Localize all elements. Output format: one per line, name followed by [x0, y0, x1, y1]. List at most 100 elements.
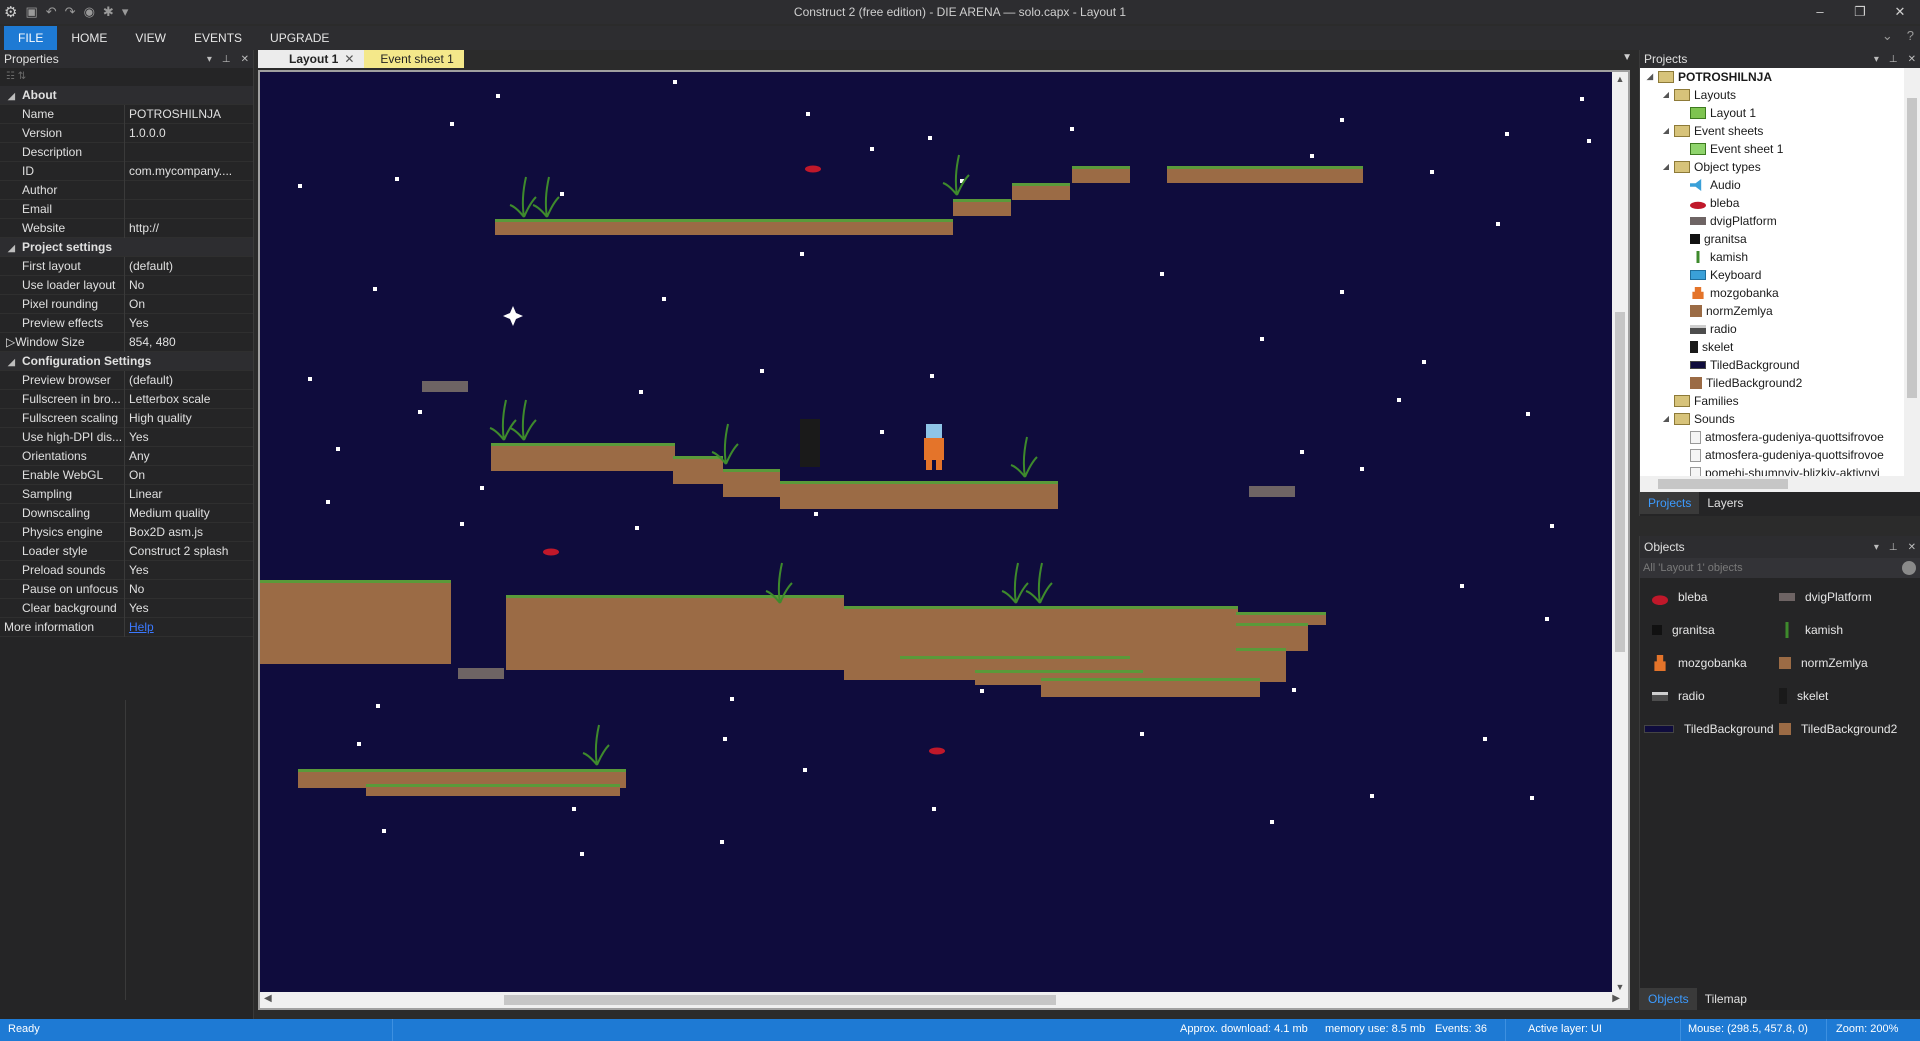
layout-scene[interactable] [260, 72, 1612, 994]
project-tree-item[interactable]: ◢ Layouts [1640, 86, 1905, 104]
panel-menu-icon[interactable]: ▾ [207, 54, 212, 65]
tree-collapse-icon[interactable]: ◢ [1660, 410, 1672, 428]
ribbon-collapse-icon[interactable]: ⌄ [1882, 28, 1893, 44]
tab-home[interactable]: HOME [57, 26, 121, 50]
property-value[interactable]: http:// [125, 219, 253, 238]
property-row[interactable]: Name POTROSHILNJA [0, 104, 253, 124]
tabs-dropdown-icon[interactable]: ▼ [1622, 52, 1632, 63]
property-value[interactable] [125, 143, 253, 162]
tab-upgrade[interactable]: UPGRADE [256, 26, 343, 50]
project-tree-item[interactable]: ◢ Event sheets [1640, 122, 1905, 140]
property-value[interactable]: POTROSHILNJA [125, 105, 253, 124]
pin-icon[interactable]: ⊥ [1889, 542, 1898, 553]
property-row[interactable]: Email [0, 199, 253, 219]
project-tree-item[interactable]: kamish [1640, 248, 1905, 266]
project-tree-item[interactable]: ◢ Object types [1640, 158, 1905, 176]
tab-close-icon[interactable]: ✕ [344, 50, 354, 68]
app-logo-icon[interactable]: ⚙ [4, 3, 17, 21]
object-item[interactable]: dvigPlatform [1779, 586, 1872, 608]
expand-arrow-icon[interactable]: ▷ [6, 335, 15, 349]
help-icon[interactable]: ? [1907, 28, 1914, 44]
property-row[interactable]: Loader style Construct 2 splash [0, 541, 253, 561]
property-row[interactable]: ID com.mycompany.... [0, 161, 253, 181]
property-row[interactable]: Preload sounds Yes [0, 560, 253, 580]
tab-events[interactable]: EVENTS [180, 26, 256, 50]
property-row[interactable]: Enable WebGL On [0, 465, 253, 485]
project-tree-item[interactable]: Families [1640, 392, 1905, 410]
project-tree-hscroll[interactable] [1640, 476, 1905, 492]
objects-filter-input[interactable]: All 'Layout 1' objects [1640, 558, 1920, 578]
project-tree-item[interactable]: Event sheet 1 [1640, 140, 1905, 158]
property-value[interactable]: com.mycompany.... [125, 162, 253, 181]
canvas-hscroll-thumb[interactable] [504, 995, 1056, 1005]
property-row[interactable]: Pause on unfocus No [0, 579, 253, 599]
object-item[interactable]: skelet [1779, 685, 1828, 707]
property-category[interactable]: ◢ Project settings [0, 238, 253, 257]
save-icon[interactable]: ▣ [25, 4, 37, 20]
property-value[interactable]: Letterbox scale [125, 390, 253, 409]
property-value[interactable]: Construct 2 splash [125, 542, 253, 561]
sort-alphabetical-icon[interactable]: ⇅ [18, 71, 26, 82]
panel-menu-icon[interactable]: ▾ [1874, 542, 1879, 553]
property-row[interactable]: Author [0, 180, 253, 200]
property-row[interactable]: Physics engine Box2D asm.js [0, 522, 253, 542]
property-value[interactable]: No [125, 580, 253, 599]
property-value[interactable]: Medium quality [125, 504, 253, 523]
object-item[interactable]: TiledBackground [1644, 718, 1774, 740]
property-value[interactable]: Box2D asm.js [125, 523, 253, 542]
project-tree-item[interactable]: granitsa [1640, 230, 1905, 248]
property-row[interactable]: Fullscreen in bro... Letterbox scale [0, 389, 253, 409]
debug-icon[interactable]: ✱ [103, 4, 114, 20]
tab-tilemap[interactable]: Tilemap [1697, 988, 1755, 1010]
property-value[interactable]: On [125, 295, 253, 314]
project-tree-item[interactable]: bleba [1640, 194, 1905, 212]
minimize-icon[interactable]: – [1800, 0, 1840, 24]
property-row[interactable]: Website http:// [0, 218, 253, 238]
object-item[interactable]: TiledBackground2 [1779, 718, 1897, 740]
project-tree-item[interactable]: radio [1640, 320, 1905, 338]
project-tree-item[interactable]: ◢ POTROSHILNJA [1640, 68, 1905, 86]
property-row[interactable]: Version 1.0.0.0 [0, 123, 253, 143]
property-value[interactable]: On [125, 466, 253, 485]
property-value[interactable]: Yes [125, 314, 253, 333]
undo-icon[interactable]: ↶ [46, 4, 57, 20]
property-category[interactable]: ◢ Configuration Settings [0, 352, 253, 371]
panel-close-icon[interactable]: ✕ [1908, 54, 1916, 65]
help-link[interactable]: Help [129, 620, 154, 634]
property-row[interactable]: Use loader layout No [0, 275, 253, 295]
tree-collapse-icon[interactable]: ◢ [1660, 122, 1672, 140]
property-value[interactable]: Linear [125, 485, 253, 504]
tab-view[interactable]: VIEW [121, 26, 180, 50]
tab-layers[interactable]: Layers [1699, 492, 1751, 514]
tab-event-sheet-1[interactable]: Event sheet 1 [364, 50, 464, 68]
project-tree-item[interactable]: dvigPlatform [1640, 212, 1905, 230]
property-row[interactable]: Description [0, 142, 253, 162]
project-tree-item[interactable]: atmosfera-gudeniya-quottsifrovoe [1640, 428, 1905, 446]
project-tree-item[interactable]: Audio [1640, 176, 1905, 194]
pin-icon[interactable]: ⊥ [222, 54, 231, 65]
property-row[interactable]: Clear background Yes [0, 598, 253, 618]
tree-collapse-icon[interactable]: ◢ [1644, 68, 1656, 86]
object-item[interactable]: radio [1652, 685, 1705, 707]
panel-close-icon[interactable]: ✕ [241, 54, 249, 65]
project-tree-vscroll[interactable] [1904, 68, 1920, 492]
project-tree-item[interactable]: normZemlya [1640, 302, 1905, 320]
property-row[interactable]: More information Help [0, 617, 253, 637]
object-item[interactable]: granitsa [1652, 619, 1715, 641]
project-tree-item[interactable]: ◢ Sounds [1640, 410, 1905, 428]
property-value[interactable]: 854, 480 [125, 333, 253, 352]
panel-menu-icon[interactable]: ▾ [1874, 54, 1879, 65]
project-tree-item[interactable]: Layout 1 [1640, 104, 1905, 122]
property-row[interactable]: First layout (default) [0, 256, 253, 276]
object-item[interactable]: normZemlya [1779, 652, 1868, 674]
restore-icon[interactable]: ❐ [1840, 0, 1880, 24]
object-item[interactable]: bleba [1652, 586, 1707, 608]
project-tree-item[interactable]: atmosfera-gudeniya-quottsifrovoe [1640, 446, 1905, 464]
property-row[interactable]: Pixel rounding On [0, 294, 253, 314]
scroll-down-icon[interactable]: ▼ [1612, 982, 1628, 992]
tab-objects[interactable]: Objects [1640, 988, 1697, 1010]
collapse-arrow-icon[interactable]: ◢ [8, 353, 22, 371]
property-value[interactable]: Yes [125, 428, 253, 447]
property-value[interactable]: Help [125, 618, 253, 637]
property-row[interactable]: Fullscreen scaling High quality [0, 408, 253, 428]
